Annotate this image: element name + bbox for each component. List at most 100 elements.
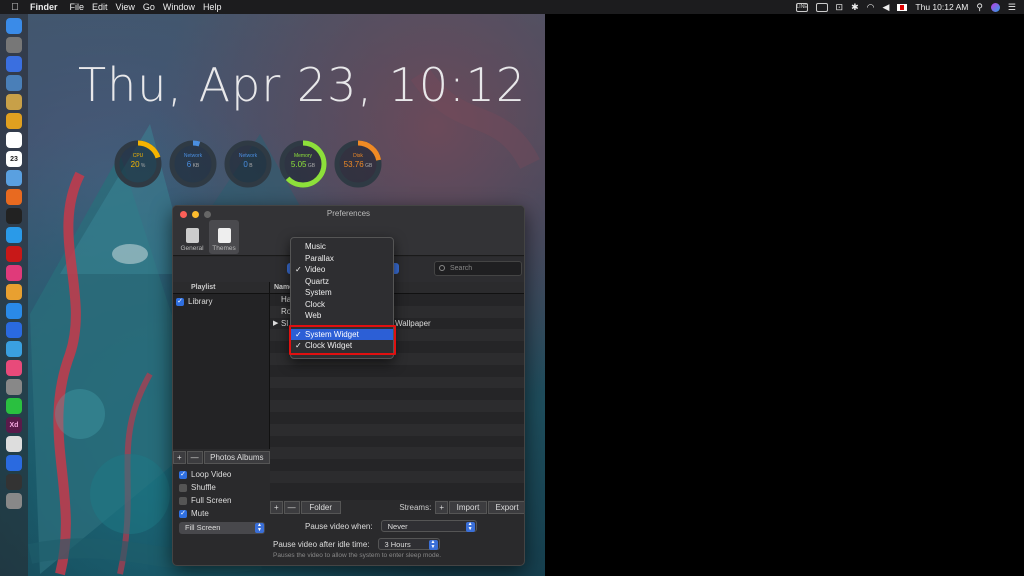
bluetooth-icon[interactable]: ✱ xyxy=(851,2,859,13)
import-button[interactable]: Import xyxy=(449,500,487,514)
list-item-label: Sl xyxy=(281,318,289,328)
firefox-icon[interactable] xyxy=(6,189,22,205)
safari2-icon[interactable] xyxy=(6,455,22,471)
disclosure-triangle-icon[interactable]: ▶ xyxy=(273,318,278,330)
list-item[interactable] xyxy=(270,447,524,460)
settings-icon[interactable] xyxy=(6,379,22,395)
export-button[interactable]: Export xyxy=(488,500,524,514)
list-item[interactable] xyxy=(270,388,524,400)
menu-item-label: Clock xyxy=(305,299,326,309)
mail2-icon[interactable] xyxy=(6,436,22,452)
slack-icon[interactable] xyxy=(6,265,22,281)
photos-albums-button[interactable]: Photos Albums xyxy=(203,451,270,464)
safari-icon[interactable] xyxy=(6,56,22,72)
spotlight-icon[interactable]: ⚲ xyxy=(976,2,983,13)
launchpad-icon[interactable] xyxy=(6,37,22,53)
tab-general[interactable]: General xyxy=(177,220,207,254)
gauge-value: 0 B xyxy=(243,160,253,169)
option-loop-video[interactable]: ✓ Loop Video xyxy=(179,468,269,481)
menu-clock[interactable]: Thu 10:12 AM xyxy=(915,2,968,12)
xcode-icon[interactable] xyxy=(6,322,22,338)
maps-icon[interactable] xyxy=(6,341,22,357)
wifi-icon[interactable]: ◠ xyxy=(867,2,875,13)
sidebar-item-library[interactable]: ✓ Library xyxy=(173,294,269,309)
full-screen-checkbox[interactable] xyxy=(179,496,187,505)
apple-menu-icon[interactable]:  xyxy=(0,2,30,13)
terminal-icon[interactable] xyxy=(6,208,22,224)
tab-themes[interactable]: Themes xyxy=(209,220,239,254)
list-item[interactable] xyxy=(270,412,524,424)
mute-label: Mute xyxy=(191,509,209,518)
switch-icon xyxy=(185,228,199,243)
photos-icon[interactable] xyxy=(6,284,22,300)
screen-tray-icon[interactable] xyxy=(815,2,828,12)
add-video-button[interactable]: + xyxy=(270,500,283,514)
menu-item-parallax[interactable]: Parallax xyxy=(291,253,393,265)
list-item[interactable] xyxy=(270,436,524,448)
add-playlist-button[interactable]: + xyxy=(173,451,186,464)
menu-item-video[interactable]: ✓ Video xyxy=(291,264,393,276)
menu-item-label: Music xyxy=(305,242,326,251)
appstore-icon[interactable] xyxy=(6,303,22,319)
trash-icon[interactable] xyxy=(6,493,22,509)
add-stream-button[interactable]: + xyxy=(435,500,448,514)
menu-item-web[interactable]: Web xyxy=(291,310,393,322)
split-handle[interactable] xyxy=(524,346,525,356)
menu-edit[interactable]: Edit xyxy=(92,2,116,12)
option-mute[interactable]: ✓ Mute xyxy=(179,507,269,520)
list-item[interactable] xyxy=(270,423,524,436)
shuffle-checkbox[interactable] xyxy=(179,483,187,492)
list-item[interactable] xyxy=(270,459,524,471)
scale-mode-popup[interactable]: Fill Screen ▲ ▼ xyxy=(179,522,265,534)
gauge-network: Network 0 B xyxy=(223,139,273,189)
menu-item-music[interactable]: Music xyxy=(291,241,393,253)
acrobat-icon[interactable] xyxy=(6,246,22,262)
notes-icon[interactable] xyxy=(6,132,22,148)
menu-item-clock[interactable]: Clock xyxy=(291,299,393,311)
list-item[interactable] xyxy=(270,400,524,412)
option-full-screen[interactable]: Full Screen xyxy=(179,494,269,507)
option-shuffle[interactable]: Shuffle xyxy=(179,481,269,494)
mute-checkbox[interactable]: ✓ xyxy=(179,509,187,518)
volume-icon[interactable]: ◀ xyxy=(882,2,889,13)
list-toolbar: + — Folder Streams: + Import Export xyxy=(270,500,524,514)
loop-video-checkbox[interactable]: ✓ xyxy=(179,470,187,479)
input-source-icon[interactable] xyxy=(897,3,908,11)
menu-item-quartz[interactable]: Quartz xyxy=(291,276,393,288)
search-field[interactable]: Search xyxy=(434,261,522,276)
mail-icon[interactable] xyxy=(6,75,22,91)
itunes-icon[interactable] xyxy=(6,360,22,376)
siri-icon[interactable] xyxy=(990,2,1000,12)
screen-icon[interactable] xyxy=(6,474,22,490)
pause-when-popup[interactable]: Never ▲ ▼ xyxy=(380,520,477,532)
folder-icon[interactable] xyxy=(6,94,22,110)
menu-item-system[interactable]: System xyxy=(291,287,393,299)
folder-button[interactable]: Folder xyxy=(300,500,341,514)
finder-icon[interactable] xyxy=(6,18,22,34)
line-tray-icon[interactable]: LINE xyxy=(795,2,808,12)
messages-icon[interactable] xyxy=(6,227,22,243)
menu-finder[interactable]: Finder xyxy=(30,2,70,12)
pause-idle-popup[interactable]: 3 Hours ▲ ▼ xyxy=(377,538,440,550)
menu-view[interactable]: View xyxy=(116,2,143,12)
calendar-icon[interactable]: 23 xyxy=(6,151,22,167)
gauge-label: Network xyxy=(183,153,203,159)
notification-center-icon[interactable]: ☰ xyxy=(1008,2,1016,13)
chrome-icon[interactable] xyxy=(6,113,22,129)
menu-window[interactable]: Window xyxy=(163,2,203,12)
menu-help[interactable]: Help xyxy=(203,2,230,12)
pause-idle-row: Pause video after idle time: 3 Hours ▲ ▼ xyxy=(273,538,440,550)
display-icon[interactable]: ⊡ xyxy=(836,2,844,13)
library-checkbox[interactable]: ✓ xyxy=(176,297,184,306)
menu-go[interactable]: Go xyxy=(143,2,163,12)
gauge-value: 6 KB xyxy=(186,160,200,169)
preview-icon[interactable] xyxy=(6,170,22,186)
menu-file[interactable]: File xyxy=(70,2,93,12)
remove-playlist-button[interactable]: — xyxy=(186,451,203,464)
remove-video-button[interactable]: — xyxy=(283,500,300,514)
list-item[interactable] xyxy=(270,376,524,389)
xd-icon[interactable]: Xd xyxy=(6,417,22,433)
list-item[interactable] xyxy=(270,365,524,377)
list-item[interactable] xyxy=(270,470,524,483)
line-icon[interactable] xyxy=(6,398,22,414)
